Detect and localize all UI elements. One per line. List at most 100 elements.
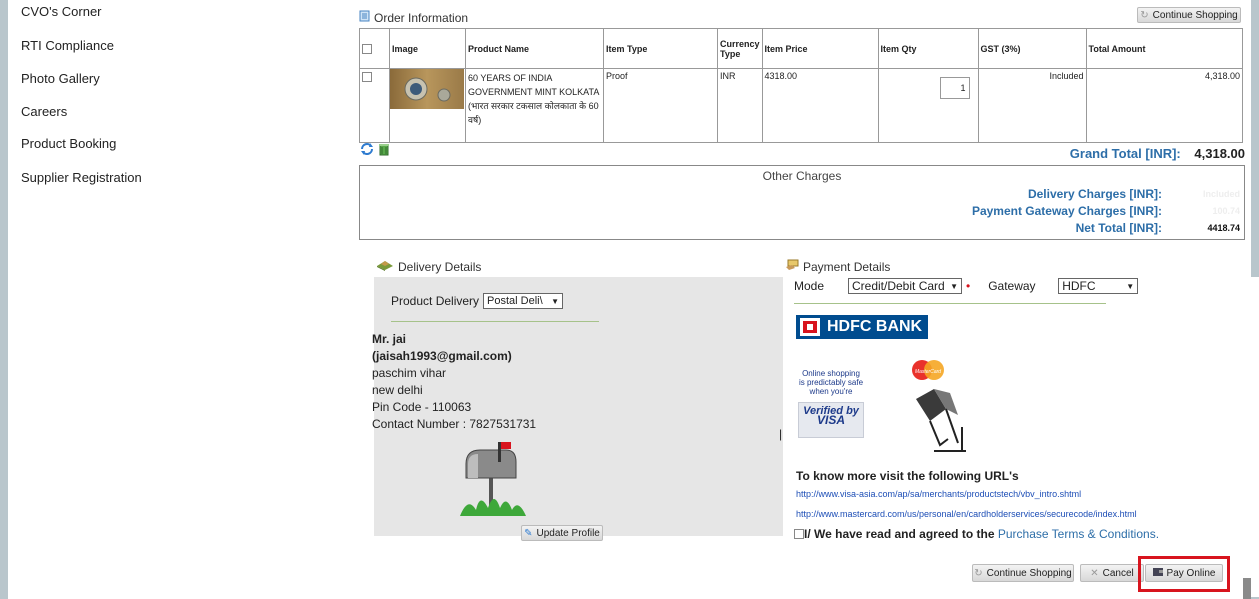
continue-shopping-top-label: Continue Shopping [1152,9,1238,21]
contact-number: Contact Number : 7827531731 [372,417,537,431]
text-cursor: | [779,427,783,441]
pin-code: Pin Code - 110063 [372,400,472,414]
payment-details-label: Payment Details [803,259,891,274]
hdfc-mark-icon [800,318,820,336]
payment-details-title: Payment Details [785,259,890,274]
recipient-name: Mr. jai [372,332,407,346]
delivery-panel: Product Delivery Postal Deli\ ▼ Mr. jai … [372,277,783,541]
mode-value: Credit/Debit Card [852,279,945,293]
product-delivery-value: Postal Deli\ [487,295,543,307]
grand-total-value: 4,318.00 [1194,146,1245,161]
hdfc-bank-name: HDFC BANK [827,318,923,335]
delivery-charges-label: Delivery Charges [INR]: [1027,187,1162,201]
refresh-icon: ↻ [1140,9,1149,21]
refresh-icon: ↻ [974,567,983,579]
select-all-checkbox[interactable] [362,43,372,54]
edit-icon: ✎ [524,527,533,539]
delivery-divider [391,321,599,322]
row-gst: Included [977,68,1087,143]
hdfc-logo: HDFC BANK [796,315,929,339]
header-item-qty: Item Qty [877,28,979,69]
recipient-email: (jaisah1993@gmail.com) [372,349,512,363]
visa-logo: Verified by VISA [798,402,864,438]
delivery-charges-value: Included [1202,189,1240,199]
visa-text-3: when you're [809,387,853,396]
payment-mode-row: Mode Credit/Debit Card ▼ • Gateway HDFC … [794,278,1139,294]
sidebar-item-rti-compliance[interactable]: RTI Compliance [21,38,114,53]
product-thumbnail [390,69,464,109]
visa-brand-text: VISA [816,413,845,427]
mode-label: Mode [794,279,825,293]
payment-divider [794,303,1106,304]
header-item-type: Item Type [603,28,718,69]
row-product-name: 60 YEARS OF INDIA GOVERNMENT MINT KOLKAT… [465,68,604,143]
order-info-title: Order Information [359,10,468,25]
row-select [359,68,390,143]
delivery-details-label: Delivery Details [398,259,482,274]
pay-online-button[interactable]: Pay Online [1145,564,1223,582]
qty-input[interactable]: 1 [939,77,970,99]
header-item-price: Item Price [761,28,879,69]
product-name-en: 60 YEARS OF INDIA GOVERNMENT MINT KOLKAT… [468,73,600,97]
sidebar-item-photo-gallery[interactable]: Photo Gallery [21,71,100,86]
mastercard-text: MasterCard [915,369,941,375]
order-table: Image Product Name Item Type Currency Ty… [359,28,1244,143]
address-line-1: paschim vihar [372,366,447,380]
visa-text-1: Online shopping [802,369,860,378]
scrollbar-thumb[interactable] [1243,578,1251,599]
gateway-charges-value: 100.74 [1212,206,1240,216]
row-price: 4318.00 [761,68,879,143]
grand-total-label: Grand Total [INR]: [1069,146,1181,161]
delivery-details-title: Delivery Details [376,259,481,274]
net-total-value: 4418.74 [1207,223,1240,233]
sidebar-item-product-booking[interactable]: Product Booking [21,136,116,151]
know-more-heading: To know more visit the following URL's [796,469,1019,483]
row-checkbox[interactable] [362,71,372,82]
header-select [359,28,390,69]
mastercard-url-link[interactable]: http://www.mastercard.com/us/personal/en… [796,509,1137,519]
payment-hand-icon [785,259,799,274]
update-cart-icon[interactable] [360,142,374,159]
required-marker: • [966,279,971,293]
chevron-down-icon: ▼ [551,296,560,306]
cancel-button[interactable]: ✕ Cancel [1080,564,1144,582]
product-delivery-select[interactable]: Postal Deli\ ▼ [483,293,564,309]
row-qty: 1 [877,68,979,143]
agree-text: I/ We have read and agreed to the [804,527,998,541]
gateway-select[interactable]: HDFC ▼ [1058,278,1139,294]
order-info-icon [359,10,370,25]
header-total-amount: Total Amount [1085,28,1244,69]
product-delivery-row: Product Delivery Postal Deli\ ▼ [391,293,564,309]
address-line-2: new delhi [372,383,423,397]
net-total-label: Net Total [INR]: [1075,221,1162,235]
continue-shopping-top-button[interactable]: ↻ Continue Shopping [1137,7,1241,23]
cancel-icon: ✕ [1090,567,1099,579]
agree-terms-checkbox[interactable] [794,529,804,539]
gateway-value: HDFC [1062,279,1096,293]
pay-online-label: Pay Online [1166,567,1216,579]
sidebar-item-careers[interactable]: Careers [21,104,67,119]
chevron-down-icon: ▼ [950,281,958,291]
sidebar-item-cvo-corner[interactable]: CVO's Corner [21,4,102,19]
coin-image [404,77,451,102]
mailbox-icon [458,440,528,519]
visa-url-link[interactable]: http://www.visa-asia.com/ap/sa/merchants… [796,489,1081,499]
mastercard-logo-icon: MasterCard [912,360,966,452]
wallet-icon [1152,567,1163,579]
main-content: Order Information ↻ Continue Shopping Im… [351,0,1259,599]
header-image: Image [389,28,466,69]
product-name-hi: (भारत सरकार टकसाल कोलकाता के 60 वर्ष) [468,101,599,125]
update-profile-button[interactable]: ✎ Update Profile [521,525,603,541]
gateway-charges-label: Payment Gateway Charges [INR]: [971,204,1162,218]
continue-shopping-button[interactable]: ↻ Continue Shopping [972,564,1074,582]
delete-cart-icon[interactable] [377,142,391,159]
header-product-name: Product Name [465,28,604,69]
other-charges-title: Other Charges [762,169,842,183]
terms-link[interactable]: Purchase Terms & Conditions. [998,527,1159,541]
delivery-box-icon [376,259,394,274]
delivery-address: Mr. jai (jaisah1993@gmail.com) paschim v… [372,331,536,433]
header-gst: GST (3%) [977,28,1087,69]
mode-select[interactable]: Credit/Debit Card ▼ [848,278,962,294]
sidebar-item-supplier-registration[interactable]: Supplier Registration [21,170,142,185]
chevron-down-icon: ▼ [1126,281,1135,291]
